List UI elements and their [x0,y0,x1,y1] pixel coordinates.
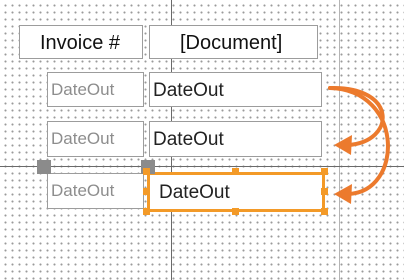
resize-handle-top-right[interactable] [321,168,328,175]
dateout-label-field-3[interactable]: DateOut [47,173,144,209]
resize-handle-middle-right[interactable] [321,188,328,195]
dateout-value-field-2[interactable]: DateOut [149,121,322,157]
resize-handle-bottom-middle[interactable] [232,208,239,215]
dateout-value-field-3-selected[interactable]: DateOut [147,172,325,212]
resize-handle-middle-left[interactable] [143,188,150,195]
resize-handle-bottom-left[interactable] [143,208,150,215]
vertical-guide-line-right [339,0,340,280]
invoice-label-field[interactable]: Invoice # [19,25,143,59]
dateout-label-field-1[interactable]: DateOut [47,72,144,107]
resize-handle-top-middle[interactable] [232,168,239,175]
report-designer-canvas[interactable]: Invoice # [Document] DateOut DateOut Dat… [0,0,404,280]
horizontal-guide-line [0,166,404,167]
dateout-label-field-2[interactable]: DateOut [47,121,144,157]
resize-handle-top-left[interactable] [143,168,150,175]
resize-handle-bottom-right[interactable] [321,208,328,215]
dateout-value-field-1[interactable]: DateOut [149,72,322,107]
anchor-handle-left[interactable] [37,160,51,174]
document-value-field[interactable]: [Document] [149,25,318,59]
curved-arrow-icon [328,85,385,155]
